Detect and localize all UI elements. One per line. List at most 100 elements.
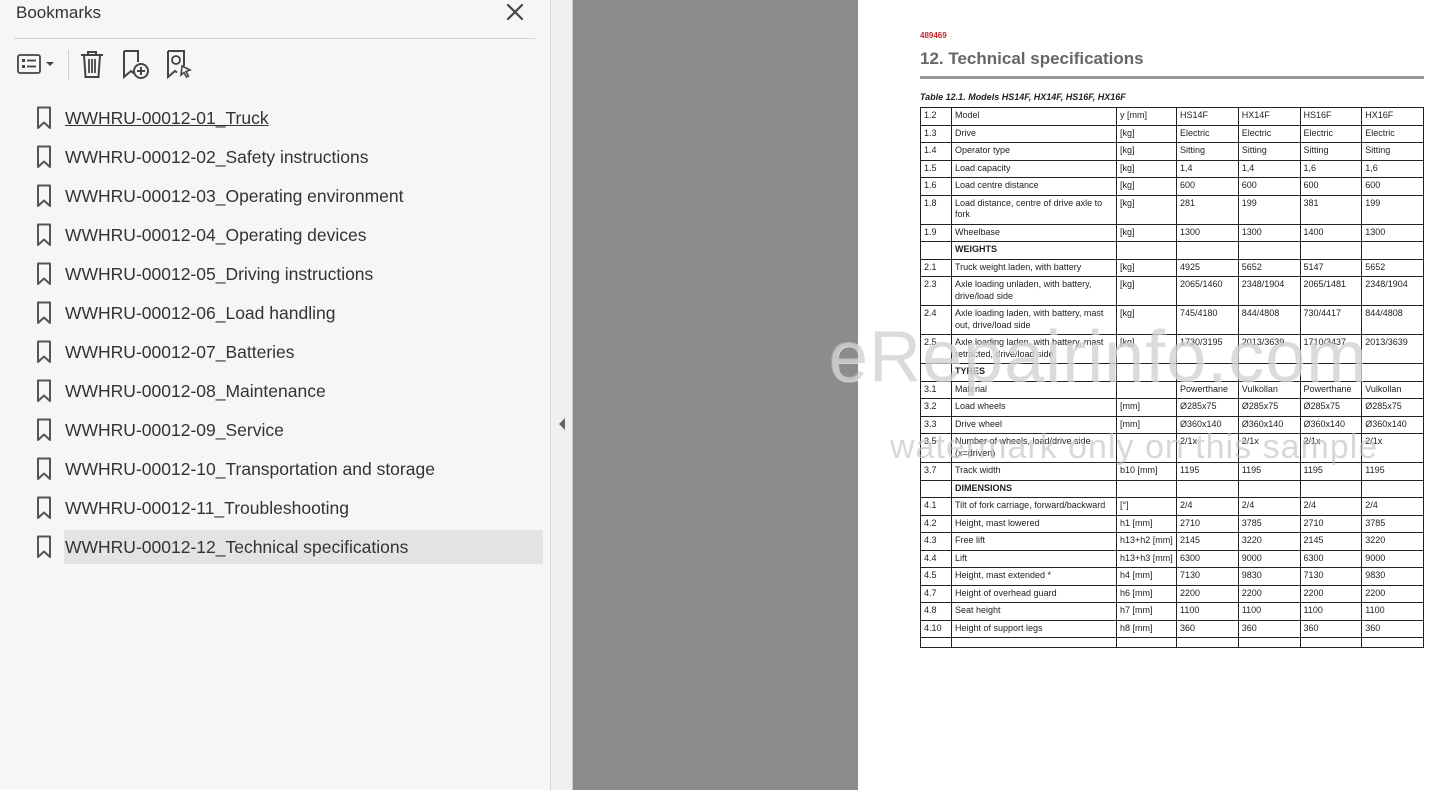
bookmark-icon	[24, 374, 64, 408]
row-value: 2/4	[1361, 497, 1424, 516]
bookmark-icon	[24, 296, 64, 330]
row-value: 3220	[1361, 532, 1424, 551]
row-description: Wheelbase	[951, 223, 1117, 242]
row-value: 199	[1237, 194, 1301, 225]
row-unit: [kg]	[1116, 177, 1177, 196]
row-unit: h6 [mm]	[1116, 584, 1177, 603]
panel-splitter[interactable]	[551, 0, 573, 790]
bookmark-label: WWHRU-00012-07_Batteries	[65, 341, 295, 362]
row-value: 1100	[1361, 602, 1424, 621]
row-value	[1299, 637, 1363, 648]
close-icon[interactable]	[503, 0, 527, 24]
row-value: 600	[1176, 177, 1239, 196]
table-cell	[1361, 241, 1424, 260]
row-description: Height of overhead guard	[951, 584, 1117, 603]
row-unit: [kg]	[1116, 258, 1177, 277]
bookmark-item[interactable]: WWHRU-00012-03_Operating environment	[24, 179, 544, 213]
row-number: 4.5	[920, 567, 952, 586]
table-row: 4.1 Tilt of fork carriage, forward/backwa…	[920, 497, 1424, 516]
bookmark-item[interactable]: WWHRU-00012-01_Truck	[24, 101, 544, 135]
bookmark-icon	[24, 179, 64, 213]
table-cell	[1361, 479, 1424, 498]
bookmark-item[interactable]: WWHRU-00012-04_Operating devices	[24, 218, 544, 252]
row-value: 600	[1237, 177, 1301, 196]
row-description: Tilt of fork carriage, forward/backward	[951, 497, 1117, 516]
row-value: 199	[1361, 194, 1424, 225]
table-row: 4.3 Free lift h13+h2 [mm] 2145 3220 2145 3220	[920, 532, 1424, 551]
row-description: Load capacity	[951, 159, 1117, 178]
bookmark-item[interactable]: WWHRU-00012-10_Transportation and storag…	[24, 452, 544, 486]
row-unit: h13+h2 [mm]	[1116, 532, 1177, 551]
row-unit: h1 [mm]	[1116, 514, 1177, 533]
bookmark-item[interactable]: WWHRU-00012-09_Service	[24, 413, 544, 447]
row-value: 2013/3639	[1361, 334, 1424, 364]
row-unit: [mm]	[1116, 398, 1177, 417]
bookmark-item[interactable]: WWHRU-00012-02_Safety instructions	[24, 140, 544, 174]
collapse-panel-arrow-icon[interactable]	[556, 417, 568, 431]
table-cell	[1361, 363, 1424, 382]
row-value: 2710	[1176, 514, 1239, 533]
row-unit: [kg]	[1116, 142, 1177, 161]
row-value: Vulkollan	[1361, 380, 1424, 399]
row-value: 7130	[1299, 567, 1363, 586]
row-value: 2200	[1176, 584, 1239, 603]
row-description: Height, mast extended *	[951, 567, 1117, 586]
toolbar-separator	[68, 50, 69, 80]
bookmarks-panel: Bookmarks WWHRU-00012-01_Truck WWHRU-000…	[0, 0, 551, 790]
row-value: Electric	[1299, 124, 1363, 143]
section-title: WEIGHTS	[951, 241, 1117, 260]
bookmark-label: WWHRU-00012-09_Service	[65, 419, 284, 440]
row-number: 4.8	[920, 602, 952, 621]
table-cell	[920, 241, 952, 260]
row-unit: h7 [mm]	[1116, 602, 1177, 621]
row-description: Load wheels	[951, 398, 1117, 417]
bookmark-icon	[24, 101, 64, 135]
bookmark-icon	[24, 491, 64, 525]
row-unit: [kg]	[1116, 276, 1177, 306]
row-value: Ø285x75	[1176, 398, 1239, 417]
row-value: Sitting	[1237, 142, 1301, 161]
new-bookmark-icon[interactable]	[118, 46, 152, 82]
row-value: 600	[1361, 177, 1424, 196]
row-value: 9000	[1361, 549, 1424, 568]
row-value: 844/4808	[1361, 305, 1424, 335]
bookmark-item[interactable]: WWHRU-00012-08_Maintenance	[24, 374, 544, 408]
row-number: 4.4	[920, 549, 952, 568]
row-unit: h13+h3 [mm]	[1116, 549, 1177, 568]
row-value: 1100	[1237, 602, 1301, 621]
row-unit	[1116, 637, 1177, 648]
row-description: Truck weight laden, with battery	[951, 258, 1117, 277]
bookmark-icon	[24, 452, 64, 486]
row-description: Height of support legs	[951, 619, 1117, 638]
row-value: 9000	[1237, 549, 1301, 568]
row-value: 2065/1460	[1176, 276, 1239, 306]
table-row: 1.2 Model y [mm] HS14F HX14F HS16F HX16F	[920, 107, 1424, 126]
table-row: 1.9 Wheelbase [kg] 1300 1300 1400 1300	[920, 223, 1424, 242]
table-cell	[1299, 479, 1363, 498]
row-number: 4.7	[920, 584, 952, 603]
list-options-icon[interactable]	[14, 46, 58, 82]
bookmark-item[interactable]: WWHRU-00012-05_Driving instructions	[24, 257, 544, 291]
row-value: 6300	[1299, 549, 1363, 568]
bookmark-icon	[24, 335, 64, 369]
table-cell	[1237, 241, 1301, 260]
row-value: 2200	[1299, 584, 1363, 603]
bookmark-item[interactable]: WWHRU-00012-06_Load handling	[24, 296, 544, 330]
row-value: Ø285x75	[1361, 398, 1424, 417]
bookmark-item[interactable]: WWHRU-00012-11_Troubleshooting	[24, 491, 544, 525]
row-value: HX14F	[1237, 107, 1301, 126]
row-value: 2/4	[1176, 497, 1239, 516]
find-bookmark-icon[interactable]	[162, 46, 196, 82]
table-row: 3.2 Load wheels [mm] Ø285x75 Ø285x75 Ø285x75 Ø…	[920, 398, 1424, 417]
table-section-row: DIMENSIONS	[920, 479, 1424, 498]
table-row: 4.5 Height, mast extended * h4 [mm] 7130 983…	[920, 567, 1424, 586]
bookmark-item[interactable]: WWHRU-00012-12_Technical specifications	[24, 530, 544, 564]
table-cell	[1299, 241, 1363, 260]
row-value: 600	[1299, 177, 1363, 196]
table-cell	[1176, 241, 1239, 260]
trash-icon[interactable]	[76, 46, 108, 82]
bookmark-label: WWHRU-00012-11_Troubleshooting	[65, 497, 350, 518]
row-value: Electric	[1361, 124, 1424, 143]
row-value: 1400	[1299, 223, 1363, 242]
bookmark-item[interactable]: WWHRU-00012-07_Batteries	[24, 335, 544, 369]
